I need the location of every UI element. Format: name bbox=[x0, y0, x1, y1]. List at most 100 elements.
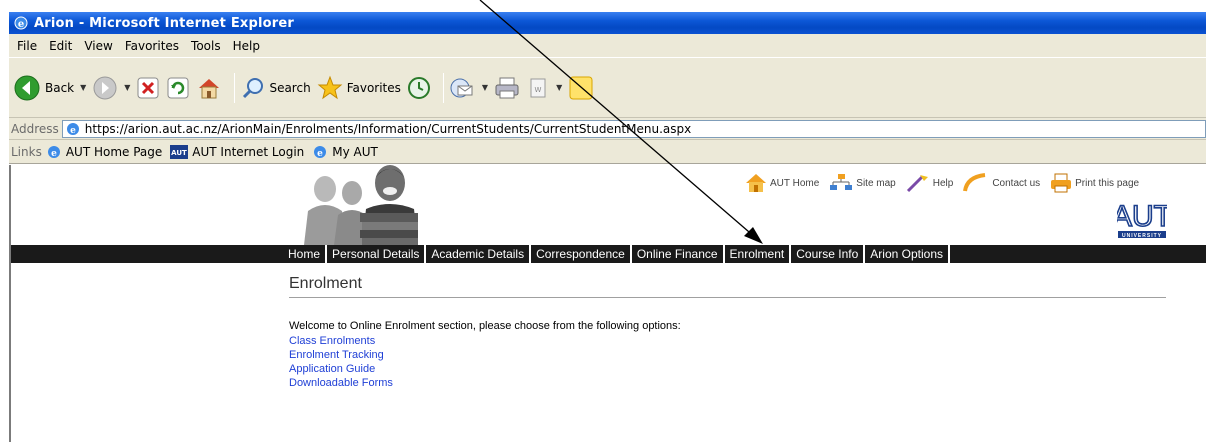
history-icon bbox=[407, 76, 430, 99]
svg-text:AUT: AUT bbox=[171, 149, 187, 157]
svg-text:W: W bbox=[535, 86, 542, 94]
link-label: AUT Internet Login bbox=[192, 144, 305, 159]
downloadable-forms-link[interactable]: Downloadable Forms bbox=[289, 376, 393, 390]
welcome-text: Welcome to Online Enrolment section, ple… bbox=[289, 320, 681, 332]
search-icon bbox=[243, 77, 264, 98]
help-wand-icon bbox=[906, 175, 928, 193]
link-label: AUT Home Page bbox=[65, 144, 163, 159]
sitemap-icon bbox=[830, 174, 853, 190]
menu-favorites[interactable]: Favorites bbox=[119, 39, 185, 53]
nav-home[interactable]: Home bbox=[283, 245, 328, 263]
contact-us-link[interactable]: Contact us bbox=[963, 173, 1040, 193]
print-button[interactable] bbox=[494, 76, 520, 100]
back-arrow-icon bbox=[14, 75, 40, 100]
stop-icon bbox=[137, 77, 159, 98]
menu-tools[interactable]: Tools bbox=[185, 39, 227, 53]
history-button[interactable] bbox=[407, 76, 431, 100]
edit-page-icon: W bbox=[530, 78, 546, 97]
back-button[interactable]: Back ▼ bbox=[13, 74, 86, 102]
window-title: Arion - Microsoft Internet Explorer bbox=[34, 15, 295, 31]
home-icon bbox=[746, 174, 766, 192]
link-aut-home-page[interactable]: e AUT Home Page bbox=[46, 144, 162, 160]
back-label: Back bbox=[45, 80, 75, 95]
menu-edit[interactable]: Edit bbox=[43, 39, 78, 53]
svg-text:e: e bbox=[70, 126, 76, 136]
menu-bar: File Edit View Favorites Tools Help bbox=[9, 34, 1206, 58]
aut-university-logo: AUT UNIVERSITY bbox=[1117, 199, 1167, 239]
class-enrolments-link[interactable]: Class Enrolments bbox=[289, 334, 393, 348]
browser-toolbar: Back ▼ ▼ Search Favorites ▼ W ▼ bbox=[9, 58, 1206, 118]
edit-button[interactable]: W ▼ bbox=[526, 76, 562, 100]
phone-icon bbox=[963, 173, 986, 192]
nav-online-finance[interactable]: Online Finance bbox=[632, 245, 725, 263]
nav-arion-options[interactable]: Arion Options bbox=[865, 245, 950, 263]
help-label: Help bbox=[932, 177, 954, 189]
print-page-label: Print this page bbox=[1075, 177, 1140, 189]
svg-text:e: e bbox=[317, 149, 323, 159]
forward-button[interactable]: ▼ bbox=[92, 75, 130, 101]
aut-home-link[interactable]: AUT Home bbox=[745, 173, 819, 193]
nav-course-info[interactable]: Course Info bbox=[791, 245, 866, 263]
mail-dropdown-icon[interactable]: ▼ bbox=[482, 83, 488, 92]
help-link[interactable]: Help bbox=[906, 173, 954, 193]
favorites-label: Favorites bbox=[346, 80, 401, 95]
page-content: AUT Home Site map Help Contact us Print … bbox=[9, 165, 1206, 442]
enrolment-tracking-link[interactable]: Enrolment Tracking bbox=[289, 348, 393, 362]
menu-help[interactable]: Help bbox=[227, 39, 266, 53]
home-icon bbox=[199, 78, 220, 98]
svg-text:e: e bbox=[18, 19, 24, 30]
back-dropdown-icon[interactable]: ▼ bbox=[80, 83, 86, 92]
printer-icon bbox=[1051, 173, 1072, 193]
link-my-aut[interactable]: e My AUT bbox=[312, 144, 378, 160]
edit-dropdown-icon[interactable]: ▼ bbox=[556, 83, 562, 92]
logo-text: AUT bbox=[1117, 200, 1167, 233]
page-icon: e bbox=[66, 122, 79, 136]
ie-icon: e bbox=[14, 16, 28, 30]
title-divider bbox=[289, 297, 1166, 298]
stop-button[interactable] bbox=[136, 76, 160, 100]
mail-icon bbox=[450, 78, 473, 97]
search-button[interactable]: Search bbox=[241, 76, 311, 100]
window-title-bar: e Arion - Microsoft Internet Explorer bbox=[9, 12, 1206, 34]
mail-button[interactable]: ▼ bbox=[450, 76, 488, 100]
address-url: https://arion.aut.ac.nz/ArionMain/Enrolm… bbox=[84, 121, 692, 136]
address-bar: Address e https://arion.aut.ac.nz/ArionM… bbox=[9, 118, 1206, 140]
aut-home-label: AUT Home bbox=[770, 177, 820, 189]
forward-dropdown-icon[interactable]: ▼ bbox=[124, 83, 130, 92]
logo-subtext: UNIVERSITY bbox=[1122, 233, 1162, 239]
link-aut-internet-login[interactable]: AUT AUT Internet Login bbox=[170, 144, 305, 159]
site-map-link[interactable]: Site map bbox=[829, 173, 896, 193]
nav-correspondence[interactable]: Correspondence bbox=[531, 245, 632, 263]
messenger-button[interactable] bbox=[568, 75, 594, 101]
contact-us-label: Contact us bbox=[992, 177, 1041, 189]
favorites-star-icon bbox=[317, 75, 343, 99]
svg-text:e: e bbox=[51, 149, 57, 159]
links-label: Links bbox=[11, 144, 42, 159]
site-utility-links: AUT Home Site map Help Contact us Print … bbox=[745, 173, 1149, 193]
menu-file[interactable]: File bbox=[11, 39, 43, 53]
address-label: Address bbox=[11, 121, 59, 136]
site-navbar: Home Personal Details Academic Details C… bbox=[11, 245, 1206, 263]
application-guide-link[interactable]: Application Guide bbox=[289, 362, 393, 376]
toolbar-separator bbox=[442, 72, 444, 103]
search-label: Search bbox=[269, 80, 311, 95]
aut-favicon-icon: AUT bbox=[170, 144, 189, 159]
address-input[interactable]: e https://arion.aut.ac.nz/ArionMain/Enro… bbox=[61, 119, 1206, 138]
print-page-link[interactable]: Print this page bbox=[1050, 173, 1139, 193]
favorites-button[interactable]: Favorites bbox=[317, 75, 401, 101]
refresh-icon bbox=[167, 77, 189, 98]
enrolment-options: Class Enrolments Enrolment Tracking Appl… bbox=[289, 334, 393, 390]
nav-personal-details[interactable]: Personal Details bbox=[327, 245, 427, 263]
forward-arrow-icon bbox=[93, 76, 117, 99]
ie-page-icon: e bbox=[47, 145, 60, 159]
refresh-button[interactable] bbox=[166, 76, 190, 100]
home-button[interactable] bbox=[196, 75, 222, 101]
link-label: My AUT bbox=[332, 144, 378, 159]
nav-enrolment[interactable]: Enrolment bbox=[725, 245, 792, 263]
nav-academic-details[interactable]: Academic Details bbox=[426, 245, 532, 263]
menu-view[interactable]: View bbox=[78, 39, 118, 53]
site-map-label: Site map bbox=[856, 177, 896, 189]
note-icon bbox=[569, 76, 593, 99]
toolbar-separator bbox=[234, 72, 236, 103]
page-title: Enrolment bbox=[289, 275, 362, 292]
